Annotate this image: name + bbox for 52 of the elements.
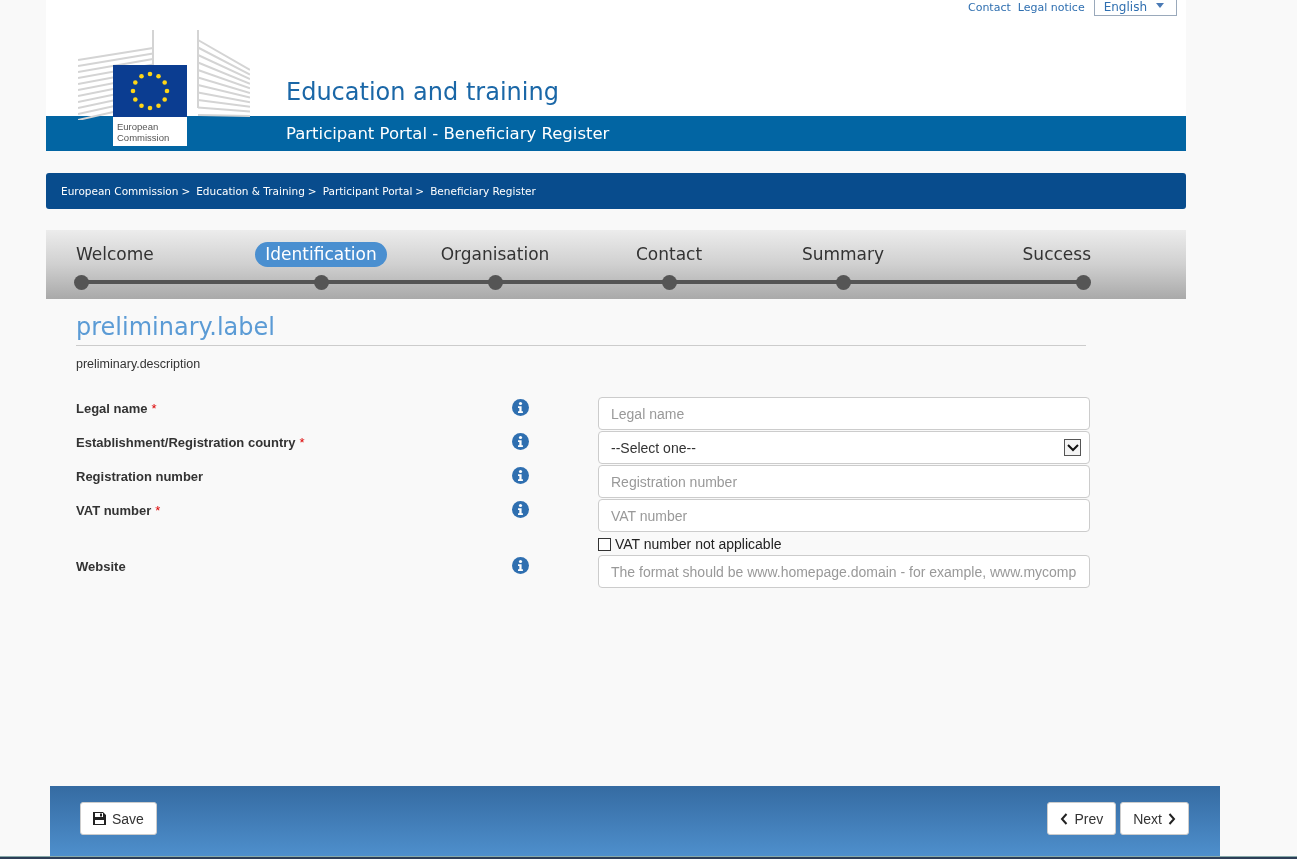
step-tab[interactable]: Contact — [625, 242, 713, 267]
breadcrumb-link[interactable]: Education & Training — [196, 185, 305, 197]
step-tab[interactable]: Success — [1012, 242, 1091, 267]
breadcrumb-separator: > — [181, 185, 191, 197]
section-title: preliminary.label — [76, 313, 1086, 346]
caret-icon — [1156, 3, 1164, 8]
header-link[interactable]: Contact — [968, 1, 1011, 14]
chevron-left-icon — [1060, 812, 1069, 825]
field-label: VAT number — [76, 503, 152, 518]
section-description: preliminary.description — [76, 357, 202, 371]
field-label: Website — [76, 559, 126, 574]
next-button[interactable]: Next — [1120, 802, 1189, 835]
breadcrumb-separator: > — [307, 185, 317, 197]
step-dot — [74, 275, 89, 290]
required-mark: * — [151, 401, 157, 416]
country-dropdown[interactable]: --Select one-- — [598, 431, 1090, 464]
checkbox[interactable] — [598, 537, 611, 551]
step-dot — [487, 275, 503, 290]
field-label: Registration number — [76, 469, 204, 484]
checkbox-label: VAT number not applicable — [615, 536, 782, 552]
required-mark: * — [155, 503, 161, 518]
required-mark: * — [299, 435, 305, 450]
info-icon[interactable] — [512, 399, 529, 416]
step-dot — [313, 275, 329, 290]
breadcrumb-separator: > — [415, 185, 425, 197]
header-link[interactable]: Legal notice — [1017, 1, 1085, 14]
save-button[interactable]: Save — [80, 802, 157, 835]
portal-title: Participant Portal - Beneficiary Register — [286, 124, 610, 143]
step-tab[interactable]: Organisation — [430, 242, 560, 267]
step-dot — [835, 275, 851, 290]
field-label: Legal name — [76, 401, 148, 416]
field-label: Establishment/Registration country — [76, 435, 296, 450]
breadcrumb-link[interactable]: European Commission — [61, 185, 179, 197]
info-icon[interactable] — [512, 433, 529, 450]
chevron-right-icon — [1168, 812, 1176, 825]
info-icon[interactable] — [512, 557, 529, 574]
breadcrumb-link[interactable]: Participant Portal — [322, 185, 413, 197]
language-dropdown[interactable]: English — [1093, 0, 1177, 16]
text-field[interactable]: Registration number — [598, 465, 1090, 498]
info-icon[interactable] — [512, 467, 529, 484]
step-dot — [1076, 275, 1091, 290]
text-field[interactable]: Legal name — [598, 397, 1090, 430]
text-field[interactable]: The format should be www.homepage.domain - for example, www.mycomp — [598, 555, 1090, 588]
site-title: Education and training — [285, 78, 560, 106]
step-dot — [661, 275, 677, 290]
prev-button[interactable]: Prev — [1047, 802, 1117, 835]
step-tab[interactable]: Summary — [791, 242, 895, 267]
logo-drawing: European Commission — [78, 30, 250, 146]
text-field[interactable]: VAT number — [598, 499, 1090, 532]
step-tab[interactable]: Welcome — [74, 242, 164, 267]
breadcrumb-link[interactable]: Beneficiary Register — [430, 185, 536, 197]
info-icon[interactable] — [512, 501, 529, 518]
